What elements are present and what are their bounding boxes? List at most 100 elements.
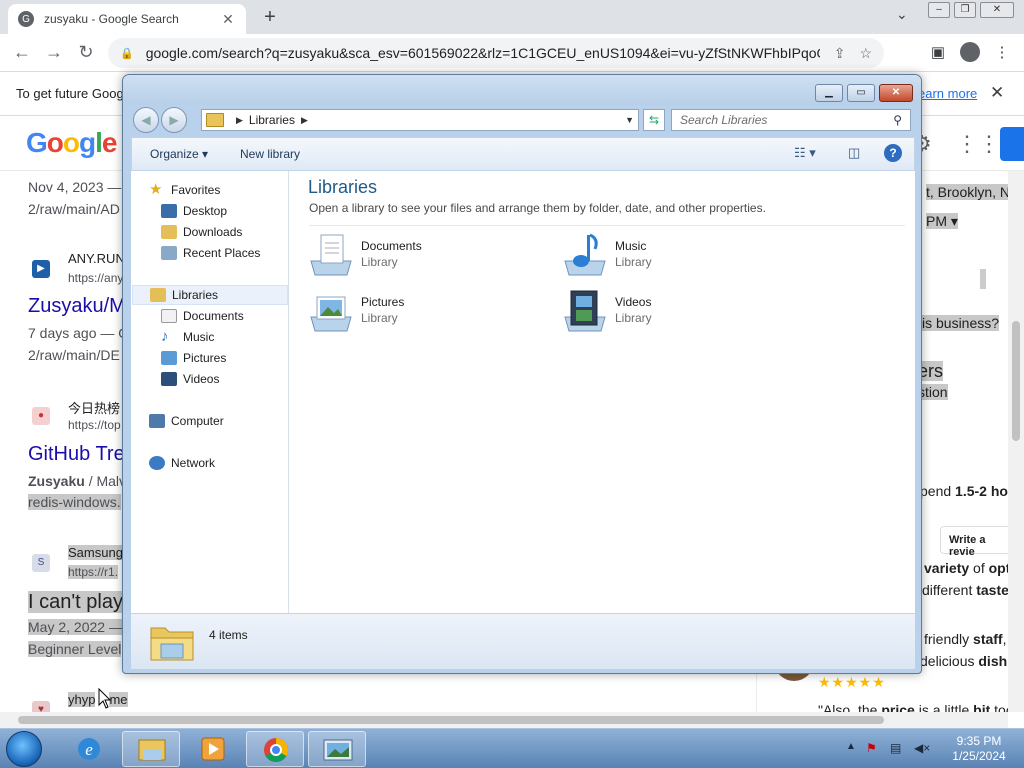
nav-desktop[interactable]: Desktop bbox=[161, 201, 227, 221]
back-arrow-icon[interactable]: ← bbox=[10, 42, 34, 63]
change-view-icon[interactable]: ☷ ▾ bbox=[794, 145, 816, 161]
chrome-menu-icon[interactable]: ⋮ bbox=[992, 43, 1012, 61]
desktop-icon bbox=[161, 204, 177, 218]
nav-computer[interactable]: Computer bbox=[149, 411, 224, 431]
nav-downloads[interactable]: Downloads bbox=[161, 222, 242, 242]
explorer-forward-icon[interactable]: ▶ bbox=[161, 107, 187, 133]
browser-restore-button[interactable]: ❐ bbox=[954, 2, 976, 18]
lock-icon[interactable]: 🔒 bbox=[120, 47, 134, 60]
volume-icon[interactable]: ◀× bbox=[914, 741, 930, 755]
image-viewer-taskbar-icon[interactable] bbox=[308, 731, 366, 767]
library-videos[interactable]: Videos Library bbox=[561, 287, 781, 337]
google-logo[interactable]: Google bbox=[26, 127, 117, 159]
browser-tab[interactable]: G zusyaku - Google Search ✕ bbox=[8, 4, 246, 34]
apps-grid-icon[interactable]: ⋮⋮ bbox=[956, 131, 1000, 157]
library-documents[interactable]: Documents Library bbox=[307, 231, 527, 281]
music-library-icon bbox=[564, 233, 606, 276]
action-center-icon[interactable]: ⚑ bbox=[866, 741, 877, 755]
search-icon[interactable]: ⚲ bbox=[893, 113, 902, 127]
result-title-link[interactable]: Zusyaku/M bbox=[28, 295, 126, 318]
windows-taskbar: e ▲ ⚑ ▤ ◀× 9:35 PM 1/25/2024 bbox=[0, 728, 1024, 768]
info-bar-close-icon[interactable]: ✕ bbox=[990, 83, 1004, 103]
chrome-taskbar-icon[interactable] bbox=[246, 731, 304, 767]
explorer-minimize-button[interactable]: ▁ bbox=[815, 84, 843, 102]
side-panel-icon[interactable]: ▣ bbox=[928, 43, 948, 61]
nav-documents[interactable]: Documents bbox=[161, 306, 244, 326]
nav-videos[interactable]: Videos bbox=[161, 369, 219, 389]
tab-search-chevron-icon[interactable]: ⌄ bbox=[896, 6, 908, 23]
reload-icon[interactable]: ↻ bbox=[74, 42, 98, 63]
preview-pane-icon[interactable]: ◫ bbox=[848, 145, 860, 161]
explorer-back-icon[interactable]: ◀ bbox=[133, 107, 159, 133]
url-text: google.com/search?q=zusyaku&sca_esv=6015… bbox=[145, 45, 820, 61]
explorer-address-row: ◀ ▶ ▶ Libraries ▶ ▼ ⇆ Search Libraries ⚲ bbox=[131, 107, 915, 133]
explorer-close-button[interactable]: ✕ bbox=[879, 84, 913, 102]
nav-music[interactable]: ♪ Music bbox=[161, 327, 214, 347]
network-tray-icon[interactable]: ▤ bbox=[890, 741, 901, 755]
help-icon[interactable]: ? bbox=[884, 144, 902, 162]
nav-network[interactable]: Network bbox=[149, 453, 215, 473]
nav-pictures[interactable]: Pictures bbox=[161, 348, 226, 368]
samsung-favicon-icon: S bbox=[32, 554, 50, 572]
explorer-maximize-button[interactable]: ▭ bbox=[847, 84, 875, 102]
computer-icon bbox=[149, 414, 165, 428]
bookmark-star-icon[interactable]: ☆ bbox=[859, 45, 872, 62]
explorer-refresh-icon[interactable]: ⇆ bbox=[643, 109, 665, 131]
browser-minimize-button[interactable]: – bbox=[928, 2, 950, 18]
page-vertical-scrollbar[interactable] bbox=[1008, 171, 1024, 712]
tab-title: zusyaku - Google Search bbox=[44, 12, 179, 26]
result-snippet: 2/raw/main/AD bbox=[28, 201, 120, 217]
share-icon[interactable]: ⇪ bbox=[834, 45, 846, 62]
result-date: May 2, 2022 — bbox=[28, 619, 123, 635]
mouse-cursor-icon bbox=[98, 688, 112, 709]
documents-library-icon bbox=[310, 234, 352, 276]
start-button[interactable] bbox=[6, 731, 42, 767]
sign-in-button[interactable] bbox=[1000, 127, 1024, 161]
breadcrumb-arrow-icon[interactable]: ▶ bbox=[236, 115, 243, 126]
internet-explorer-taskbar-icon[interactable]: e bbox=[60, 731, 118, 767]
profile-avatar-icon[interactable] bbox=[960, 42, 980, 62]
review-topic: variety of opt bbox=[924, 560, 1008, 576]
nav-libraries[interactable]: Libraries bbox=[132, 285, 288, 305]
browser-close-button[interactable]: ✕ bbox=[980, 2, 1014, 18]
result-site-name: ANY.RUN bbox=[68, 251, 125, 266]
new-library-button[interactable]: New library bbox=[240, 147, 300, 161]
address-bar[interactable]: 🔒 google.com/search?q=zusyaku&sca_esv=60… bbox=[108, 38, 884, 68]
page-horizontal-scrollbar[interactable] bbox=[0, 712, 1008, 728]
result-date: 7 days ago — O bbox=[28, 325, 130, 341]
forward-arrow-icon[interactable]: → bbox=[42, 42, 66, 63]
navigation-pane: ★ Favorites Desktop Downloads Recent Plac… bbox=[131, 171, 289, 613]
result-site-name: 今日热榜 bbox=[68, 401, 121, 416]
result-snippet: Zusyaku / Malv bbox=[28, 473, 127, 489]
network-icon bbox=[149, 456, 165, 470]
libraries-folder-icon bbox=[206, 113, 224, 127]
explorer-command-bar: Organize ▾ New library ☷ ▾ ◫ ? bbox=[131, 137, 915, 171]
clock-date: 1/25/2024 bbox=[952, 749, 1006, 763]
address-dropdown-icon[interactable]: ▼ bbox=[625, 115, 634, 125]
result-title-link[interactable]: I can't play bbox=[28, 591, 123, 614]
library-music[interactable]: Music Library bbox=[561, 231, 781, 281]
system-clock[interactable]: 9:35 PM 1/25/2024 bbox=[952, 734, 1006, 764]
new-tab-button[interactable]: + bbox=[258, 6, 282, 29]
explorer-search-input[interactable]: Search Libraries ⚲ bbox=[671, 109, 911, 131]
nav-recent-places[interactable]: Recent Places bbox=[161, 243, 260, 263]
clock-time: 9:35 PM bbox=[956, 734, 1002, 748]
breadcrumb-libraries[interactable]: Libraries bbox=[249, 113, 295, 127]
panel-divider bbox=[980, 269, 986, 289]
review-topic: delicious dish bbox=[920, 653, 1008, 669]
nav-favorites[interactable]: ★ Favorites bbox=[149, 180, 220, 200]
organize-button[interactable]: Organize ▾ bbox=[150, 147, 208, 161]
file-explorer-taskbar-icon[interactable] bbox=[122, 731, 180, 767]
write-review-button[interactable]: Write a revie bbox=[940, 526, 1008, 558]
explorer-address-bar[interactable]: ▶ Libraries ▶ ▼ bbox=[201, 109, 639, 131]
result-title-link[interactable]: GitHub Tre bbox=[28, 443, 125, 466]
panel-question[interactable]: is business? bbox=[922, 315, 1000, 331]
media-player-taskbar-icon[interactable] bbox=[184, 731, 242, 767]
library-pictures[interactable]: Pictures Library bbox=[307, 287, 527, 337]
show-hidden-icons-icon[interactable]: ▲ bbox=[846, 741, 856, 752]
explorer-title-bar[interactable]: ▁ ▭ ✕ bbox=[123, 75, 921, 105]
learn-more-link[interactable]: earn more bbox=[918, 86, 977, 101]
panel-hours[interactable]: PM ▾ bbox=[926, 213, 958, 230]
tab-close-icon[interactable]: ✕ bbox=[220, 11, 236, 28]
breadcrumb-arrow-icon[interactable]: ▶ bbox=[301, 115, 308, 126]
